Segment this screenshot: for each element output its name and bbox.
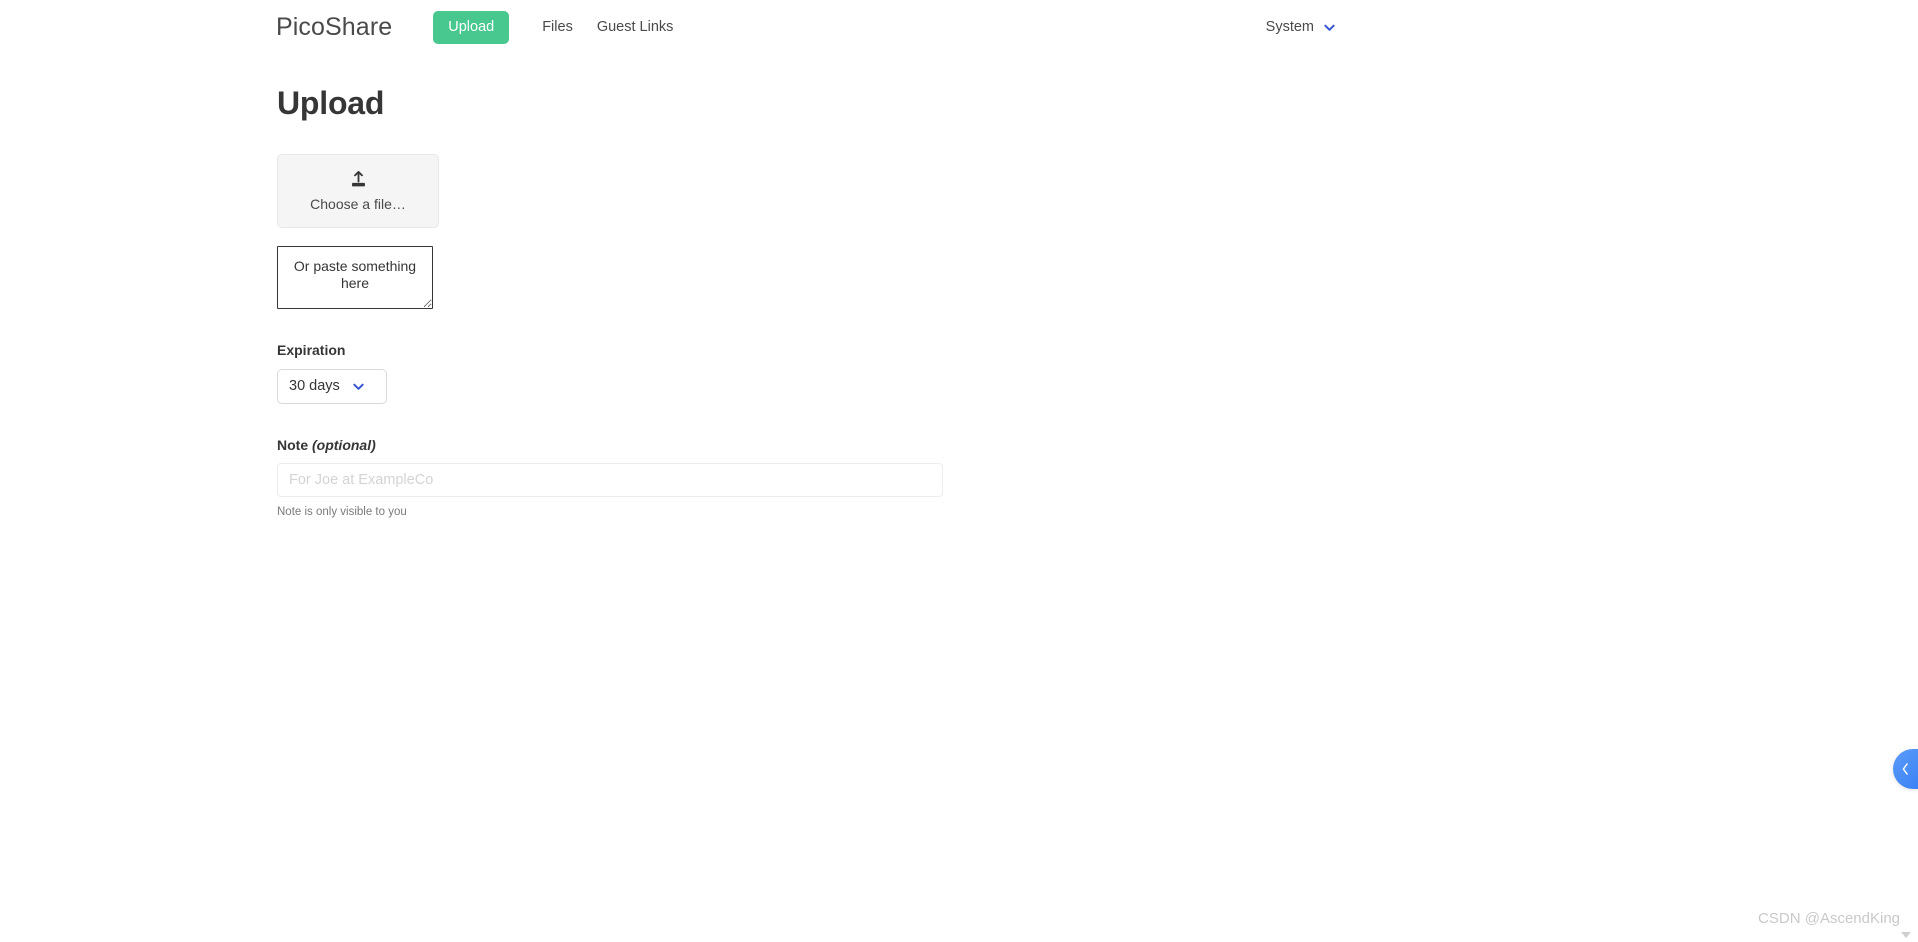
- chevron-left-icon: [1901, 762, 1910, 776]
- navbar-left-group: PicoShare Upload Files Guest Links: [276, 0, 673, 55]
- choose-file-label: Choose a file…: [310, 196, 406, 213]
- watermark-text: CSDN @AscendKing: [1758, 910, 1900, 927]
- paste-textarea[interactable]: [277, 246, 433, 310]
- brand-logo[interactable]: PicoShare: [276, 15, 392, 40]
- note-label-text: Note: [277, 437, 312, 454]
- nav-link-files[interactable]: Files: [542, 20, 573, 35]
- note-label-optional: (optional): [312, 437, 376, 454]
- nav-upload-button[interactable]: Upload: [433, 11, 510, 44]
- note-input[interactable]: [277, 463, 943, 498]
- nav-link-guest-links[interactable]: Guest Links: [597, 20, 674, 35]
- system-menu-dropdown[interactable]: System: [1266, 20, 1336, 35]
- expiration-selected-value: 30 days: [289, 378, 340, 395]
- side-panel-toggle-button[interactable]: [1893, 749, 1918, 789]
- choose-file-button[interactable]: Choose a file…: [277, 154, 439, 229]
- expiration-label: Expiration: [277, 342, 346, 359]
- page-title: Upload: [277, 85, 385, 121]
- watermark-caret-icon: [1901, 932, 1911, 938]
- system-menu-label: System: [1265, 19, 1314, 36]
- top-navbar: PicoShare Upload Files Guest Links Syste…: [0, 0, 1918, 55]
- main-content: Upload Choose a file… Expiration 30 days…: [277, 85, 1377, 519]
- chevron-down-icon: [1323, 21, 1336, 34]
- expiration-select[interactable]: 30 days: [277, 369, 387, 405]
- note-label: Note (optional): [277, 438, 1377, 452]
- note-help-text: Note is only visible to you: [277, 506, 407, 519]
- navbar-right-group: System: [1266, 0, 1918, 55]
- expiration-select-wrapper: 30 days: [277, 369, 387, 405]
- chevron-down-icon: [352, 380, 365, 393]
- upload-tray-icon: [349, 171, 368, 194]
